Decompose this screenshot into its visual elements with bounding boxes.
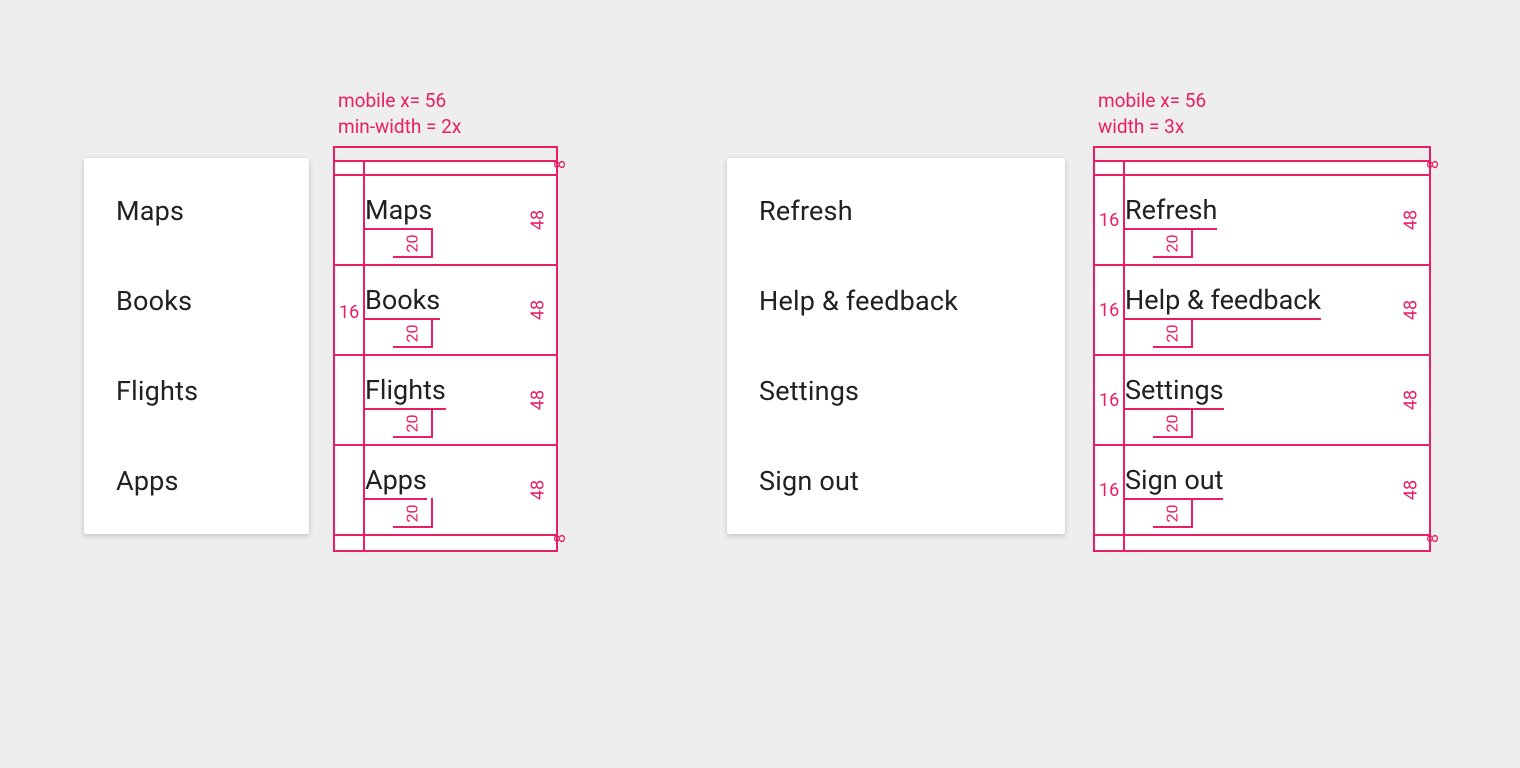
spec-row: 16 Refresh 48 20 <box>1095 176 1429 266</box>
spec-item-label: Maps <box>365 194 432 230</box>
menu-item-label: Refresh <box>759 195 853 227</box>
dim-row-height: 48 <box>527 210 548 230</box>
menu-item-label: Books <box>116 285 192 317</box>
dim-row-height: 48 <box>527 300 548 320</box>
spec-item-label: Books <box>365 284 440 320</box>
dim-left-padding: 16 <box>1099 390 1119 411</box>
spec-item-label: Apps <box>365 464 427 500</box>
dim-text-baseline: 20 <box>393 408 433 438</box>
spec-redline-narrow: 8 Maps 48 20 Books 48 20 16 Flights 48 2… <box>333 160 558 552</box>
dim-row-height: 48 <box>527 480 548 500</box>
spec-top-padding: 8 <box>1095 162 1429 176</box>
dim-text-baseline: 20 <box>393 318 433 348</box>
menu-item-maps[interactable]: Maps <box>84 166 309 256</box>
menu-item-apps[interactable]: Apps <box>84 436 309 526</box>
menu-item-label: Maps <box>116 195 184 227</box>
dim-text-baseline: 20 <box>393 228 433 258</box>
dim-left-padding: 16 <box>1099 300 1119 321</box>
menu-item-label: Sign out <box>759 465 859 497</box>
dim-text-baseline: 20 <box>393 498 433 528</box>
spec-item-label: Refresh <box>1125 194 1217 230</box>
spec-item-label: Help & feedback <box>1125 284 1321 320</box>
spec-top-padding: 8 <box>335 162 556 176</box>
spec-bracket-narrow <box>333 146 558 160</box>
spec-item-label: Settings <box>1125 374 1224 410</box>
menu-item-label: Apps <box>116 465 179 497</box>
spec-row: Flights 48 20 <box>335 356 556 446</box>
spec-row: Maps 48 20 <box>335 176 556 266</box>
spec-row: 16 Help & feedback 48 20 <box>1095 266 1429 356</box>
spec-redline-wide: 8 16 Refresh 48 20 16 Help & feedback 48… <box>1093 160 1431 552</box>
spec-annotation-line: min-width = 2x <box>338 115 461 138</box>
dim-8-top: 8 <box>550 160 569 169</box>
spec-bottom-padding: 8 <box>1095 536 1429 550</box>
menu-card-narrow: Maps Books Flights Apps <box>84 158 309 534</box>
spec-annotation-line: mobile x= 56 <box>338 89 446 112</box>
dim-8-bottom: 8 <box>550 534 569 543</box>
menu-item-label: Help & feedback <box>759 285 958 317</box>
spec-annotation-line: width = 3x <box>1098 115 1184 138</box>
spec-annotation-line: mobile x= 56 <box>1098 89 1206 112</box>
spec-row: 16 Sign out 48 20 <box>1095 446 1429 536</box>
dim-8-bottom: 8 <box>1423 534 1442 543</box>
dim-text-baseline: 20 <box>1153 228 1193 258</box>
dim-left-padding: 16 <box>1099 210 1119 231</box>
dim-text-baseline: 20 <box>1153 318 1193 348</box>
dim-row-height: 48 <box>1400 210 1421 230</box>
spec-item-label: Sign out <box>1125 464 1223 500</box>
spec-bracket-wide <box>1093 146 1431 160</box>
spec-annotation-narrow: mobile x= 56 min-width = 2x <box>338 88 461 139</box>
dim-row-height: 48 <box>1400 390 1421 410</box>
dim-8-top: 8 <box>1423 160 1442 169</box>
spec-bottom-padding: 8 <box>335 536 556 550</box>
menu-item-flights[interactable]: Flights <box>84 346 309 436</box>
menu-item-refresh[interactable]: Refresh <box>727 166 1065 256</box>
spec-row: Books 48 20 16 <box>335 266 556 356</box>
menu-item-settings[interactable]: Settings <box>727 346 1065 436</box>
spec-row: Apps 48 20 <box>335 446 556 536</box>
dim-left-padding: 16 <box>1099 480 1119 501</box>
dim-left-padding: 16 <box>339 302 359 323</box>
menu-item-label: Flights <box>116 375 198 407</box>
spec-row: 16 Settings 48 20 <box>1095 356 1429 446</box>
dim-row-height: 48 <box>527 390 548 410</box>
menu-item-help-feedback[interactable]: Help & feedback <box>727 256 1065 346</box>
spec-item-label: Flights <box>365 374 446 410</box>
menu-card-wide: Refresh Help & feedback Settings Sign ou… <box>727 158 1065 534</box>
dim-row-height: 48 <box>1400 300 1421 320</box>
menu-item-label: Settings <box>759 375 859 407</box>
menu-item-sign-out[interactable]: Sign out <box>727 436 1065 526</box>
dim-text-baseline: 20 <box>1153 408 1193 438</box>
spec-annotation-wide: mobile x= 56 width = 3x <box>1098 88 1206 139</box>
dim-row-height: 48 <box>1400 480 1421 500</box>
dim-text-baseline: 20 <box>1153 498 1193 528</box>
menu-item-books[interactable]: Books <box>84 256 309 346</box>
